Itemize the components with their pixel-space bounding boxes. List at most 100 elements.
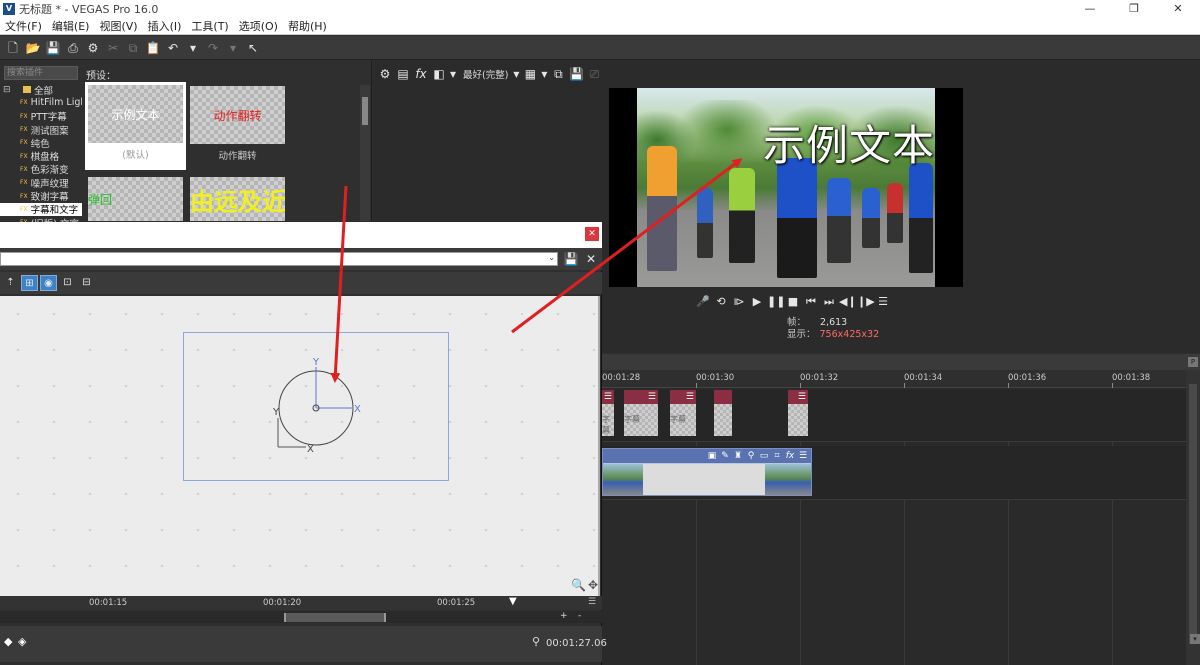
presets-scrollbar[interactable]: [360, 85, 370, 221]
timeline-ruler[interactable]: 00:01:28 00:01:30 00:01:32 00:01:34 00:0…: [602, 370, 1186, 388]
edit-icon[interactable]: ✎: [719, 451, 731, 462]
chevron-down-icon[interactable]: ⌄: [548, 253, 555, 262]
split-screen-icon[interactable]: ◧: [431, 65, 447, 83]
clip-fx-icon[interactable]: fx: [784, 451, 796, 462]
redo-dropdown-icon[interactable]: ▾: [224, 39, 242, 57]
play-from-start-icon[interactable]: ⧐: [731, 293, 747, 311]
pause-icon[interactable]: ❚❚: [767, 293, 785, 311]
fx-button-icon[interactable]: fx: [413, 65, 429, 83]
title-clip[interactable]: ☰ 字幕: [670, 390, 696, 440]
zoom-in-icon[interactable]: +: [560, 611, 568, 621]
undo-icon[interactable]: ↶: [164, 39, 182, 57]
stop-icon[interactable]: ■: [785, 293, 801, 311]
tree-item[interactable]: FX HitFilm Ligh: [0, 96, 82, 109]
menu-view[interactable]: 视图(V): [94, 18, 142, 34]
menu-file[interactable]: 文件(F): [0, 18, 47, 34]
scrollbar-thumb[interactable]: [362, 97, 368, 125]
normal-edit-tool-icon[interactable]: ⊞: [21, 275, 38, 291]
timeline-vertical-scrollbar[interactable]: [1186, 370, 1200, 665]
project-properties-icon[interactable]: ▤: [395, 65, 411, 83]
save-snapshot-icon[interactable]: 💾: [568, 65, 584, 83]
record-microphone-icon[interactable]: 🎤: [695, 293, 711, 311]
tree-item-titles-text[interactable]: FX 字幕和文字: [0, 202, 82, 216]
menu-help[interactable]: 帮助(H): [283, 18, 332, 34]
quality-dropdown-icon[interactable]: ▾: [512, 65, 520, 83]
video-clip[interactable]: ▣ ✎ ♜ ⚲ ▭ ⌗ fx ☰: [602, 448, 812, 496]
preset-bounce[interactable]: 弹回: [88, 177, 183, 221]
rotate-snap-icon[interactable]: ⊡: [59, 275, 76, 291]
keyframe-delete-icon[interactable]: ◈: [18, 635, 26, 648]
maximize-button[interactable]: ❐: [1112, 0, 1156, 18]
preset-default[interactable]: 示例文本 (默认): [85, 82, 186, 170]
timeline-corner-button[interactable]: P: [1188, 357, 1198, 367]
menu-edit[interactable]: 编辑(E): [47, 18, 95, 34]
tree-item[interactable]: FX 致谢字幕: [0, 189, 82, 203]
plugin-search-input[interactable]: 搜索插件: [4, 66, 78, 80]
menu-options[interactable]: 选项(O): [234, 18, 283, 34]
zoom-magnifier-icon[interactable]: 🔍: [571, 578, 586, 592]
title-clip[interactable]: [714, 390, 732, 440]
preset-combo[interactable]: ⌄: [0, 252, 558, 266]
tree-item[interactable]: FX 纯色: [0, 136, 82, 150]
cursor-marker-icon[interactable]: ▼: [509, 596, 517, 607]
keyframe-scrollbar[interactable]: + -: [0, 611, 602, 623]
whats-this-help-icon[interactable]: ↖: [244, 39, 262, 57]
media-icon[interactable]: ▭: [758, 451, 770, 462]
copy-snapshot-icon[interactable]: ⧉: [550, 65, 566, 83]
dialog-title-bar[interactable]: ✕: [0, 222, 602, 248]
go-to-end-icon[interactable]: ⏭: [821, 293, 837, 311]
title-clip[interactable]: ☰ 字幕: [624, 390, 658, 440]
save-icon[interactable]: 💾: [44, 39, 62, 57]
scrollbar-thumb[interactable]: [1189, 384, 1197, 644]
preview-quality-select[interactable]: 最好(完整): [463, 67, 508, 81]
tree-item[interactable]: FX 噪声纹理: [0, 176, 82, 190]
tree-item[interactable]: FX 色彩渐变: [0, 163, 82, 176]
move-freely-icon[interactable]: ◉: [40, 275, 57, 291]
external-monitor-icon[interactable]: ⎚: [586, 65, 602, 83]
open-folder-icon[interactable]: 📂: [24, 39, 42, 57]
go-to-start-icon[interactable]: ⏮: [803, 293, 819, 311]
paste-icon[interactable]: 📋: [144, 39, 162, 57]
previous-frame-icon[interactable]: ◀❙: [839, 293, 857, 311]
tree-item[interactable]: FX 棋盘格: [0, 149, 82, 163]
crop-icon[interactable]: ⌗: [771, 451, 783, 462]
move-cross-icon[interactable]: ✥: [588, 578, 598, 592]
tree-item[interactable]: FX PTT字幕: [0, 110, 82, 123]
keyframe-add-icon[interactable]: ◆: [4, 635, 12, 648]
new-file-icon[interactable]: 🗋: [4, 39, 22, 57]
delete-preset-icon[interactable]: ✕: [582, 250, 600, 268]
title-clip[interactable]: ☰ 字幕: [602, 390, 614, 440]
render-icon[interactable]: ⎙: [64, 39, 82, 57]
preview-settings-gear-icon[interactable]: ⚙: [377, 65, 393, 83]
save-preset-icon[interactable]: 💾: [562, 250, 580, 268]
menu-tools[interactable]: 工具(T): [186, 18, 233, 34]
settings-gear-icon[interactable]: ⚙: [84, 39, 102, 57]
loop-playback-icon[interactable]: ⟲: [713, 293, 729, 311]
zoom-out-icon[interactable]: -: [578, 611, 581, 621]
scale-about-center-icon[interactable]: ⊟: [78, 275, 95, 291]
overlays-grid-icon[interactable]: ▦: [522, 65, 538, 83]
play-icon[interactable]: ▶: [749, 293, 765, 311]
lock-aspect-icon[interactable]: ⇡: [2, 275, 19, 291]
split-dropdown-icon[interactable]: ▾: [449, 65, 457, 83]
fx-chain-icon[interactable]: ♜: [732, 451, 744, 462]
menu-insert[interactable]: 插入(I): [143, 18, 187, 34]
title-clip[interactable]: ☰: [788, 390, 808, 440]
close-button[interactable]: ✕: [1156, 0, 1200, 18]
preset-near-far[interactable]: 由远及近: [190, 177, 285, 221]
preset-action-flip[interactable]: 动作翻转 动作翻转: [190, 86, 285, 162]
menu-icon[interactable]: ☰: [588, 597, 596, 607]
scroll-down-button[interactable]: ▾: [1190, 634, 1200, 644]
tree-item-all[interactable]: ⊟ 全部: [0, 83, 82, 97]
copy-icon[interactable]: ⧉: [124, 39, 142, 57]
cut-icon[interactable]: ✂: [104, 39, 122, 57]
keyframe-ruler[interactable]: 00:01:15 00:01:20 00:01:25 ▼ ☰: [0, 596, 602, 610]
overlays-dropdown-icon[interactable]: ▾: [540, 65, 548, 83]
dialog-close-button[interactable]: ✕: [585, 227, 599, 241]
tree-item[interactable]: FX 测试图案: [0, 123, 82, 137]
rotation-gizmo[interactable]: Y X Y X: [270, 355, 365, 455]
undo-dropdown-icon[interactable]: ▾: [184, 39, 202, 57]
clip-menu-icon[interactable]: ☰: [797, 451, 809, 462]
next-frame-icon[interactable]: ❙▶: [857, 293, 875, 311]
scrollbar-thumb[interactable]: [284, 613, 386, 622]
